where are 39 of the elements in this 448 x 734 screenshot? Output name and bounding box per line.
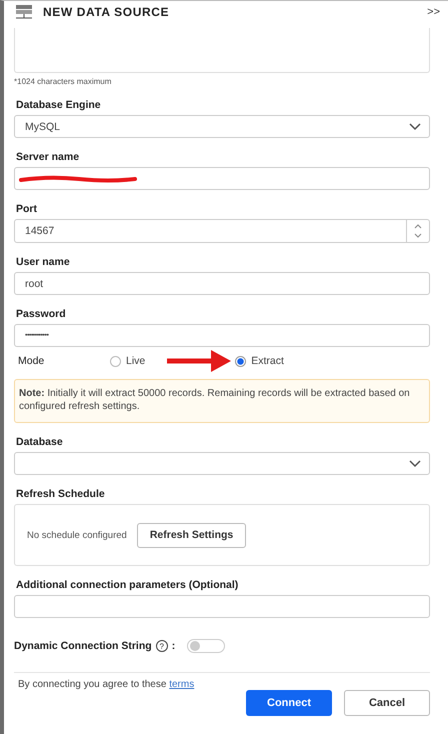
dropdown-value: MySQL	[25, 120, 60, 132]
field-label: Additional connection parameters (Optional)	[16, 579, 240, 591]
engine-dropdown[interactable]: MySQL	[14, 115, 430, 138]
database-dropdown[interactable]	[14, 452, 430, 475]
text-field[interactable]	[14, 167, 430, 190]
dynamic-connection-label: Dynamic Connection String	[14, 640, 152, 652]
character-limit-hint: *1024 characters maximum	[14, 77, 112, 86]
field-label: Database Engine	[16, 99, 102, 111]
cancel-button[interactable]: Cancel	[344, 690, 430, 716]
spinner-arrows-icon	[414, 223, 422, 239]
field-label: Port	[16, 203, 38, 215]
help-icon[interactable]: ?	[156, 640, 168, 652]
panel-title: NEW DATA SOURCE	[43, 5, 170, 19]
field-label: Server name	[16, 151, 80, 163]
mode-radio-option[interactable]: Extract	[235, 355, 284, 367]
terms-link[interactable]: terms	[169, 679, 194, 690]
field-label: Database	[16, 436, 64, 448]
refresh-settings-button[interactable]: Refresh Settings	[136, 522, 246, 548]
field-label: Password	[16, 308, 67, 320]
connect-button[interactable]: Connect	[246, 690, 332, 716]
chevron-down-icon	[409, 122, 421, 130]
mode-label: Mode	[17, 355, 46, 367]
description-field[interactable]	[14, 28, 430, 73]
mode-radio-option[interactable]: Live	[110, 355, 146, 367]
field-label: User name	[16, 256, 71, 268]
collapse-button[interactable]: >>	[427, 6, 440, 18]
toggle-switch[interactable]	[187, 639, 226, 653]
parameters-field[interactable]	[14, 595, 430, 618]
label-colon: :	[172, 640, 176, 652]
field-label: Refresh Schedule	[16, 488, 106, 500]
port-field[interactable]: 14567	[14, 219, 430, 243]
server-icon	[15, 4, 33, 20]
text-field[interactable]: root	[14, 272, 430, 295]
field-value: 14567	[25, 225, 54, 237]
note-message: Note: Initially it will extract 50000 records. Remaining records will be extracted based on configured refresh settings.	[14, 379, 430, 423]
terms-text: By connecting you agree to these terms	[17, 679, 196, 690]
field-value: root	[25, 278, 44, 290]
chevron-down-icon	[409, 460, 421, 468]
schedule-status: No schedule configured	[27, 530, 127, 540]
